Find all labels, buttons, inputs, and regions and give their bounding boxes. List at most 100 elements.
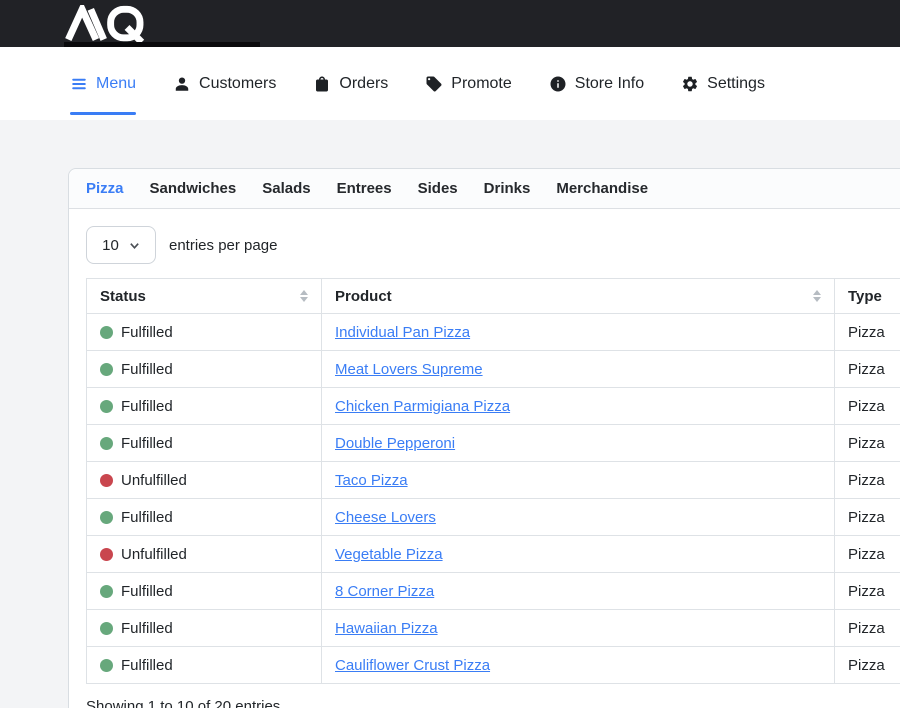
status-dot-icon [100,585,113,598]
tab-entrees[interactable]: Entrees [337,180,392,197]
status-cell: Fulfilled [87,314,322,351]
status-label: Fulfilled [121,583,173,600]
status-label: Unfulfilled [121,472,187,489]
type-label: Pizza [848,435,885,452]
tab-sandwiches[interactable]: Sandwiches [150,180,237,197]
table-body: Fulfilled Individual Pan Pizza Pizza [87,314,900,684]
page-content: Pizza Sandwiches Salads Entrees Sides Dr… [0,120,900,708]
product-cell: Vegetable Pizza [322,536,835,573]
products-table: Status Product Type [86,278,900,684]
product-link[interactable]: Double Pepperoni [335,435,455,452]
nav-item-orders[interactable]: Orders [313,47,388,120]
category-tabs: Pizza Sandwiches Salads Entrees Sides Dr… [69,169,900,209]
tab-sides[interactable]: Sides [418,180,458,197]
column-header-type[interactable]: Type [835,279,900,314]
nav-label: Settings [707,75,765,93]
product-cell: Chicken Parmigiana Pizza [322,388,835,425]
tab-merchandise[interactable]: Merchandise [556,180,648,197]
type-cell: Pizza [835,314,900,351]
main-navigation: Menu Customers Orders Promote Store Info… [0,47,900,120]
type-label: Pizza [848,361,885,378]
status-cell: Fulfilled [87,573,322,610]
table-row: Fulfilled 8 Corner Pizza Pizza [87,573,900,610]
status-label: Fulfilled [121,324,173,341]
nav-item-store-info[interactable]: Store Info [549,47,644,120]
entries-summary: Showing 1 to 10 of 20 entries [86,698,900,708]
status-cell: Unfulfilled [87,536,322,573]
table-row: Fulfilled Cauliflower Crust Pizza Pizza [87,647,900,684]
status-cell: Fulfilled [87,647,322,684]
entries-label: entries per page [169,237,277,254]
product-link[interactable]: 8 Corner Pizza [335,583,434,600]
column-label: Status [100,288,146,305]
type-label: Pizza [848,324,885,341]
status-dot-icon [100,548,113,561]
person-icon [173,75,191,93]
type-cell: Pizza [835,351,900,388]
product-link[interactable]: Chicken Parmigiana Pizza [335,398,510,415]
type-cell: Pizza [835,573,900,610]
type-label: Pizza [848,620,885,637]
nav-label: Menu [96,75,136,93]
product-cell: Double Pepperoni [322,425,835,462]
type-cell: Pizza [835,647,900,684]
type-cell: Pizza [835,536,900,573]
status-dot-icon [100,400,113,413]
product-cell: Cheese Lovers [322,499,835,536]
product-cell: Cauliflower Crust Pizza [322,647,835,684]
column-header-product[interactable]: Product [322,279,835,314]
status-label: Fulfilled [121,435,173,452]
product-link[interactable]: Cauliflower Crust Pizza [335,657,490,674]
gear-icon [681,75,699,93]
aiq-logo-icon [64,5,159,43]
status-cell: Fulfilled [87,351,322,388]
type-label: Pizza [848,657,885,674]
column-label: Product [335,288,392,305]
product-link[interactable]: Individual Pan Pizza [335,324,470,341]
status-cell: Fulfilled [87,610,322,647]
type-label: Pizza [848,509,885,526]
status-dot-icon [100,326,113,339]
status-cell: Unfulfilled [87,462,322,499]
product-link[interactable]: Meat Lovers Supreme [335,361,483,378]
table-row: Fulfilled Double Pepperoni Pizza [87,425,900,462]
top-header-bar [0,0,900,47]
nav-label: Orders [339,75,388,93]
status-label: Unfulfilled [121,546,187,563]
shopping-bag-icon [313,75,331,93]
type-cell: Pizza [835,499,900,536]
nav-label: Store Info [575,75,644,93]
product-link[interactable]: Hawaiian Pizza [335,620,438,637]
table-row: Unfulfilled Taco Pizza Pizza [87,462,900,499]
status-dot-icon [100,474,113,487]
card-body: 10 entries per page Status [69,209,900,708]
entries-per-page-select[interactable]: 10 [86,226,156,264]
product-link[interactable]: Taco Pizza [335,472,408,489]
product-link[interactable]: Vegetable Pizza [335,546,443,563]
column-label: Type [848,288,882,305]
type-cell: Pizza [835,388,900,425]
nav-item-settings[interactable]: Settings [681,47,765,120]
sort-icon [300,290,308,302]
nav-label: Customers [199,75,276,93]
product-cell: 8 Corner Pizza [322,573,835,610]
product-cell: Taco Pizza [322,462,835,499]
table-header-row: Status Product Type [87,279,900,314]
menu-card: Pizza Sandwiches Salads Entrees Sides Dr… [68,168,900,708]
hamburger-icon [70,75,88,93]
product-cell: Meat Lovers Supreme [322,351,835,388]
status-label: Fulfilled [121,620,173,637]
product-link[interactable]: Cheese Lovers [335,509,436,526]
tab-drinks[interactable]: Drinks [484,180,531,197]
nav-label: Promote [451,75,511,93]
nav-item-promote[interactable]: Promote [425,47,511,120]
tab-pizza[interactable]: Pizza [86,180,124,197]
table-row: Fulfilled Individual Pan Pizza Pizza [87,314,900,351]
type-label: Pizza [848,583,885,600]
nav-item-menu[interactable]: Menu [70,47,136,120]
nav-item-customers[interactable]: Customers [173,47,276,120]
type-cell: Pizza [835,610,900,647]
column-header-status[interactable]: Status [87,279,322,314]
tab-salads[interactable]: Salads [262,180,310,197]
type-label: Pizza [848,398,885,415]
